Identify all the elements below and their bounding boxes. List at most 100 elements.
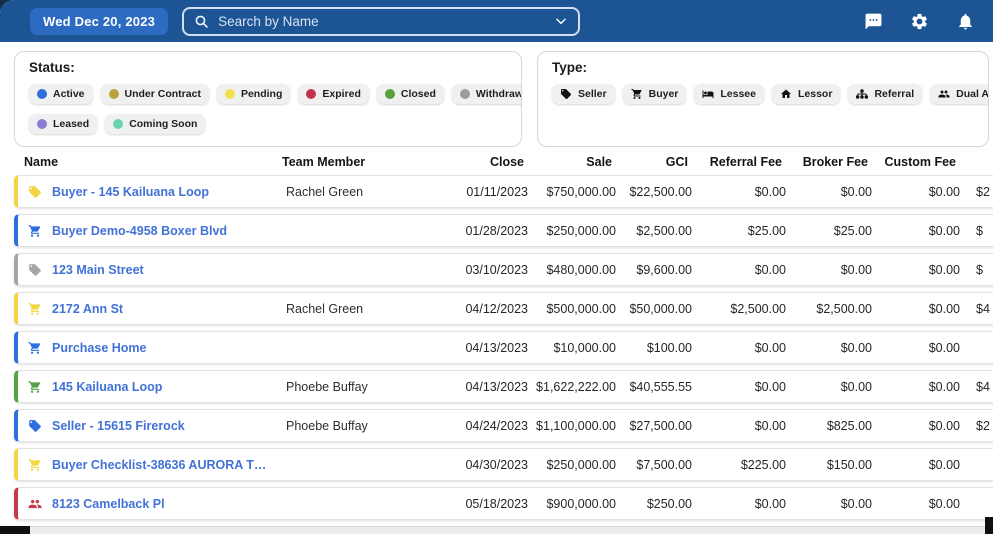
transaction-row[interactable]: Purchase Home04/13/2023$10,000.00$100.00… bbox=[14, 331, 993, 364]
gci-cell: $2,500.00 bbox=[616, 224, 692, 238]
type-badge-label: Buyer bbox=[649, 88, 679, 100]
transaction-name-link[interactable]: Buyer Checklist-38636 AURORA TERR... bbox=[52, 458, 276, 472]
status-badge-closed[interactable]: Closed bbox=[377, 84, 444, 104]
type-badge-seller[interactable]: Seller bbox=[552, 84, 615, 104]
status-panel-title: Status: bbox=[29, 60, 507, 75]
cart-icon bbox=[28, 224, 42, 238]
transaction-name-link[interactable]: Buyer - 145 Kailuana Loop bbox=[52, 185, 276, 199]
type-badge-label: Lessor bbox=[798, 88, 832, 100]
status-badge-pending[interactable]: Pending bbox=[217, 84, 290, 104]
transaction-row[interactable]: Buyer Checklist-38636 AURORA TERR...04/3… bbox=[14, 448, 993, 481]
chevron-down-icon[interactable] bbox=[554, 14, 568, 28]
team-member-cell: Rachel Green bbox=[276, 185, 416, 199]
gci-cell: $27,500.00 bbox=[616, 419, 692, 433]
search-icon bbox=[194, 14, 209, 29]
referral-fee-cell: $0.00 bbox=[692, 419, 786, 433]
type-badge-label: Referral bbox=[874, 88, 914, 100]
type-badge-referral[interactable]: Referral bbox=[848, 84, 922, 104]
table-body: Buyer - 145 Kailuana LoopRachel Green01/… bbox=[0, 175, 993, 534]
messages-icon[interactable] bbox=[864, 12, 883, 31]
broker-fee-cell: $0.00 bbox=[786, 341, 872, 355]
status-badge-withdrawn[interactable]: Withdrawn bbox=[452, 84, 522, 104]
gci-cell: $50,000.00 bbox=[616, 302, 692, 316]
clipped-fee-cell: $ bbox=[960, 263, 993, 277]
clipped-fee-cell: $ bbox=[960, 224, 993, 238]
sale-cell: $250,000.00 bbox=[528, 458, 616, 472]
cart-icon bbox=[28, 341, 42, 355]
custom-fee-cell: $0.00 bbox=[872, 341, 960, 355]
gci-cell: $250.00 bbox=[616, 497, 692, 511]
status-color-dot bbox=[460, 89, 470, 99]
search-input[interactable] bbox=[216, 13, 547, 30]
sale-cell: $1,622,222.00 bbox=[528, 380, 616, 394]
transaction-name-link[interactable]: Purchase Home bbox=[52, 341, 276, 355]
type-badge-lessor[interactable]: Lessor bbox=[772, 84, 840, 104]
horizontal-scrollbar-thumb[interactable] bbox=[0, 526, 30, 534]
custom-fee-cell: $0.00 bbox=[872, 185, 960, 199]
transaction-name-link[interactable]: 145 Kailuana Loop bbox=[52, 380, 276, 394]
transaction-row[interactable]: 2172 Ann StRachel Green04/12/2023$500,00… bbox=[14, 292, 993, 325]
notifications-bell-icon[interactable] bbox=[956, 12, 975, 31]
sale-cell: $500,000.00 bbox=[528, 302, 616, 316]
sitemap-icon bbox=[856, 88, 868, 100]
transaction-row[interactable]: Buyer Demo-4958 Boxer Blvd01/28/2023$250… bbox=[14, 214, 993, 247]
transaction-row[interactable]: Seller - 15615 FirerockPhoebe Buffay04/2… bbox=[14, 409, 993, 442]
cart-icon bbox=[28, 380, 42, 394]
referral-fee-cell: $0.00 bbox=[692, 497, 786, 511]
topbar-icon-group bbox=[864, 12, 975, 31]
status-badge-label: Withdrawn bbox=[476, 88, 522, 100]
horizontal-scrollbar[interactable] bbox=[0, 526, 993, 534]
team-member-cell: Phoebe Buffay bbox=[276, 419, 416, 433]
transaction-name-link[interactable]: 8123 Camelback Pl bbox=[52, 497, 276, 511]
status-badge-label: Closed bbox=[401, 88, 436, 100]
status-badge-expired[interactable]: Expired bbox=[298, 84, 369, 104]
status-badge-label: Pending bbox=[241, 88, 282, 100]
status-badge-under-contract[interactable]: Under Contract bbox=[101, 84, 209, 104]
settings-gear-icon[interactable] bbox=[910, 12, 929, 31]
status-badge-label: Coming Soon bbox=[129, 118, 197, 130]
app-window: Wed Dec 20, 2023 bbox=[0, 0, 993, 534]
cart-icon bbox=[631, 88, 643, 100]
status-badge-label: Active bbox=[53, 88, 85, 100]
column-header-custom-fee: Custom Fee bbox=[868, 155, 956, 169]
close-date-cell: 04/24/2023 bbox=[416, 419, 528, 433]
status-badge-active[interactable]: Active bbox=[29, 84, 93, 104]
broker-fee-cell: $0.00 bbox=[786, 185, 872, 199]
users-icon bbox=[938, 88, 950, 100]
close-date-cell: 04/13/2023 bbox=[416, 341, 528, 355]
close-date-cell: 03/10/2023 bbox=[416, 263, 528, 277]
sale-cell: $250,000.00 bbox=[528, 224, 616, 238]
type-badge-lessee[interactable]: Lessee bbox=[694, 84, 764, 104]
referral-fee-cell: $25.00 bbox=[692, 224, 786, 238]
sale-cell: $750,000.00 bbox=[528, 185, 616, 199]
date-button[interactable]: Wed Dec 20, 2023 bbox=[30, 8, 168, 35]
transaction-name-link[interactable]: 2172 Ann St bbox=[52, 302, 276, 316]
sale-cell: $480,000.00 bbox=[528, 263, 616, 277]
type-badge-label: Seller bbox=[578, 88, 607, 100]
clipped-fee-cell: $4 bbox=[960, 380, 993, 394]
transaction-row[interactable]: Buyer - 145 Kailuana LoopRachel Green01/… bbox=[14, 175, 993, 208]
status-badge-coming-soon[interactable]: Coming Soon bbox=[105, 114, 205, 134]
status-color-dot bbox=[113, 119, 123, 129]
gci-cell: $22,500.00 bbox=[616, 185, 692, 199]
transaction-row[interactable]: 145 Kailuana LoopPhoebe Buffay04/13/2023… bbox=[14, 370, 993, 403]
status-color-dot bbox=[37, 119, 47, 129]
transaction-name-link[interactable]: 123 Main Street bbox=[52, 263, 276, 277]
status-color-dot bbox=[37, 89, 47, 99]
referral-fee-cell: $0.00 bbox=[692, 341, 786, 355]
status-color-dot bbox=[225, 89, 235, 99]
transaction-row[interactable]: 8123 Camelback Pl05/18/2023$900,000.00$2… bbox=[14, 487, 993, 520]
vertical-scrollbar-thumb[interactable] bbox=[985, 517, 993, 534]
type-badge-dual-agency[interactable]: Dual Agency bbox=[930, 84, 989, 104]
transaction-row[interactable]: 123 Main Street03/10/2023$480,000.00$9,6… bbox=[14, 253, 993, 286]
transaction-name-link[interactable]: Buyer Demo-4958 Boxer Blvd bbox=[52, 224, 276, 238]
status-badges-row-1: Active Under Contract Pending Expired Closed… bbox=[29, 84, 507, 104]
column-header-name: Name bbox=[14, 155, 272, 169]
close-date-cell: 04/12/2023 bbox=[416, 302, 528, 316]
type-badge-label: Dual Agency bbox=[956, 88, 989, 100]
transaction-name-link[interactable]: Seller - 15615 Firerock bbox=[52, 419, 276, 433]
status-badge-leased[interactable]: Leased bbox=[29, 114, 97, 134]
column-header-gci: GCI bbox=[612, 155, 688, 169]
type-badge-buyer[interactable]: Buyer bbox=[623, 84, 687, 104]
search-box[interactable] bbox=[182, 7, 580, 36]
